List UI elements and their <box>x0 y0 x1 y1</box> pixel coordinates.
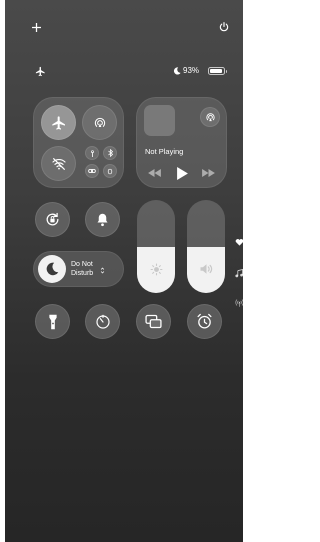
control-center: 93% Not Playing Do Not Disturb <box>5 0 243 542</box>
focus-label-line1: Do Not <box>71 261 93 268</box>
screen-mirroring-icon <box>145 314 162 329</box>
sun-icon <box>149 262 163 276</box>
previous-track-button[interactable] <box>146 167 162 179</box>
rotation-lock-icon <box>46 212 59 226</box>
connectivity-panel <box>33 97 124 188</box>
screen-mirroring-button[interactable] <box>136 304 171 339</box>
alarm-clock-icon <box>197 313 212 329</box>
flashlight-button[interactable] <box>35 304 70 339</box>
power-icon[interactable] <box>217 20 231 34</box>
battery-percentage: 93% <box>183 66 200 75</box>
airplane-mode-toggle[interactable] <box>41 105 76 140</box>
wifi-off-icon <box>51 157 66 170</box>
bell-icon <box>97 213 108 226</box>
focus-icon-circle <box>38 255 66 283</box>
album-art <box>144 105 175 136</box>
airplay-icon <box>205 112 215 121</box>
fast-forward-icon <box>201 169 215 177</box>
brightness-slider[interactable] <box>137 200 175 293</box>
airdrop-icon <box>94 117 105 127</box>
silent-mode-toggle[interactable] <box>85 202 120 237</box>
play-button[interactable] <box>174 165 190 181</box>
moon-icon <box>46 262 59 276</box>
bluetooth-icon <box>107 149 113 157</box>
media-title: Not Playing <box>145 147 184 156</box>
battery-icon <box>208 67 227 75</box>
rewind-icon <box>147 169 161 177</box>
orientation-lock-toggle[interactable] <box>35 202 70 237</box>
now-playing-panel[interactable]: Not Playing <box>136 97 227 188</box>
antenna-icon <box>90 149 94 157</box>
wifi-toggle[interactable] <box>41 146 76 181</box>
chevron-updown-icon <box>99 266 105 274</box>
cellular-toggle[interactable] <box>85 146 99 160</box>
flashlight-icon <box>48 314 57 329</box>
airplane-icon <box>33 65 47 77</box>
timer-icon <box>95 314 110 329</box>
bluetooth-toggle[interactable] <box>103 146 117 160</box>
hotspot-toggle[interactable] <box>85 164 99 178</box>
timer-button[interactable] <box>85 304 120 339</box>
heart-icon[interactable] <box>234 237 243 247</box>
volume-slider[interactable] <box>187 200 225 293</box>
music-note-icon[interactable] <box>234 268 243 278</box>
alarm-button[interactable] <box>187 304 222 339</box>
link-icon <box>88 168 96 174</box>
moon-icon <box>172 66 182 76</box>
vpn-toggle[interactable] <box>103 164 117 178</box>
airdrop-toggle[interactable] <box>82 105 117 140</box>
focus-toggle[interactable]: Do Not Disturb <box>33 251 124 287</box>
speaker-icon <box>198 262 214 276</box>
focus-label-line2: Disturb <box>71 270 94 277</box>
plus-icon[interactable] <box>29 20 43 34</box>
next-track-button[interactable] <box>200 167 216 179</box>
vpn-icon <box>107 168 113 174</box>
airplay-button[interactable] <box>200 107 220 127</box>
airplane-icon <box>51 115 65 130</box>
play-icon <box>176 166 188 180</box>
signal-icon[interactable] <box>234 297 243 307</box>
